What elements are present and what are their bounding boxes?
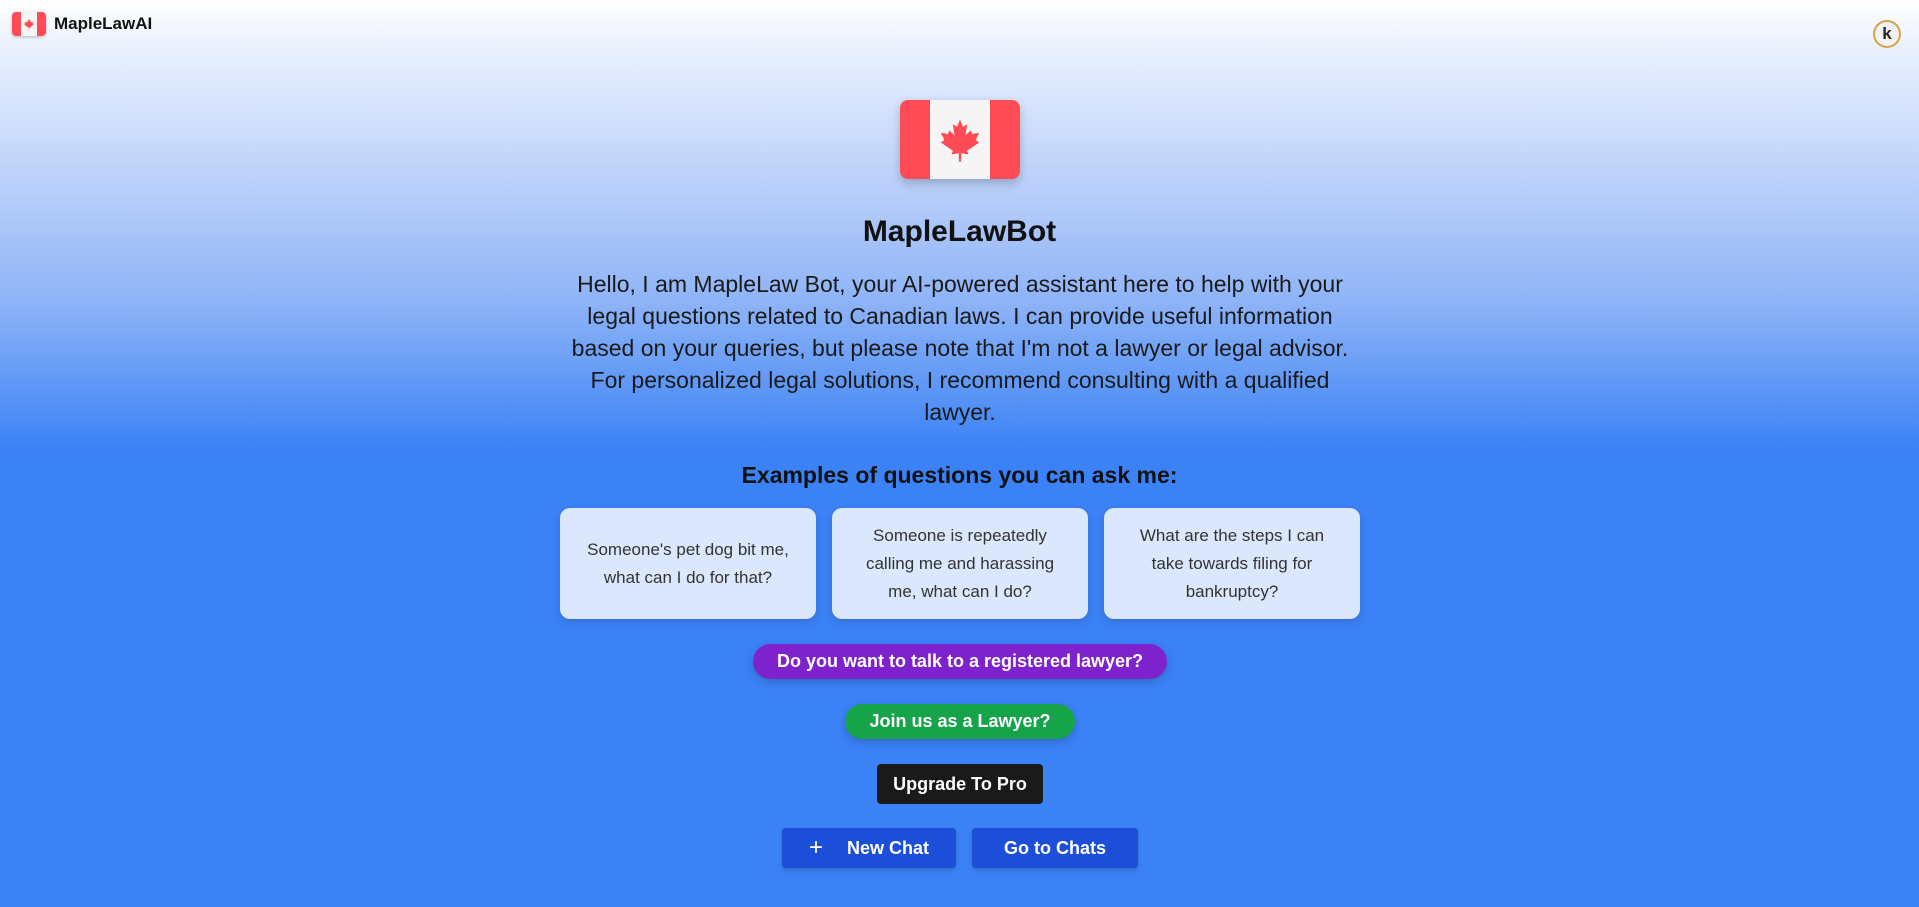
brand-name: MapleLawAI [54, 14, 153, 33]
canada-flag-icon [12, 12, 46, 36]
upgrade-pro-button[interactable]: Upgrade To Pro [877, 764, 1043, 804]
brand[interactable]: MapleLawAI [12, 12, 152, 36]
canada-flag-icon [900, 100, 1020, 179]
examples-title: Examples of questions you can ask me: [741, 462, 1178, 488]
join-as-lawyer-button[interactable]: Join us as a Lawyer? [845, 704, 1075, 739]
bot-title: MapleLawBot [862, 215, 1057, 248]
avatar-letter: k [1882, 24, 1892, 43]
top-bar: MapleLawAI k [0, 0, 1919, 52]
new-chat-button[interactable]: + New Chat [782, 828, 956, 868]
example-cards: Someone's pet dog bit me, what can I do … [560, 508, 1360, 619]
intro-text: Hello, I am MapleLaw Bot, your AI-powere… [571, 271, 1349, 425]
example-card-dog-bite[interactable]: Someone's pet dog bit me, what can I do … [560, 508, 816, 619]
talk-to-lawyer-button[interactable]: Do you want to talk to a registered lawy… [753, 644, 1167, 679]
new-chat-label: New Chat [847, 837, 930, 858]
plus-icon: + [808, 834, 823, 861]
example-card-harassment[interactable]: Someone is repeatedly calling me and har… [832, 508, 1088, 619]
user-avatar[interactable]: k [1873, 20, 1901, 48]
go-to-chats-button[interactable]: Go to Chats [972, 828, 1138, 868]
example-card-bankruptcy[interactable]: What are the steps I can take towards fi… [1104, 508, 1360, 619]
